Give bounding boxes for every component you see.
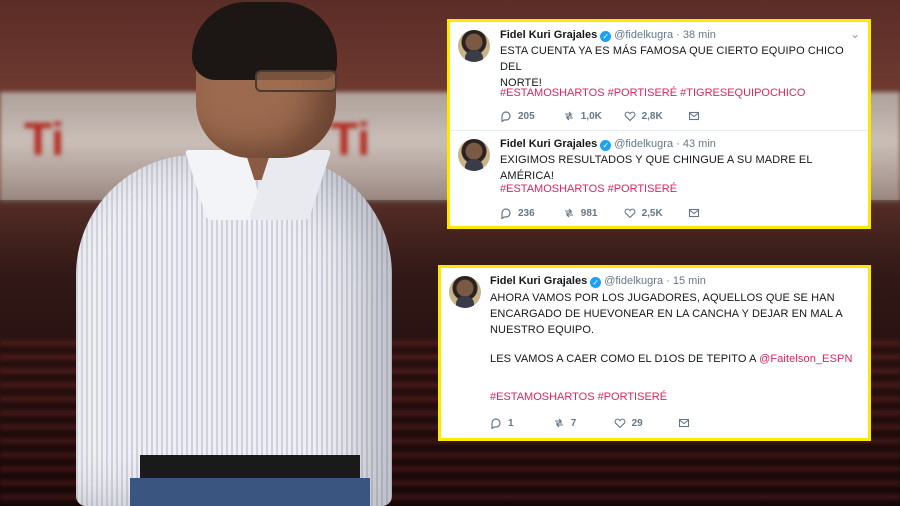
verified-icon: ✓ <box>600 31 612 42</box>
like-count: 2,8K <box>641 110 663 122</box>
like-button[interactable]: 2,5K <box>624 207 686 219</box>
retweet-icon <box>564 111 573 121</box>
retweet-button[interactable]: 981 <box>563 207 621 219</box>
tweet-actions: 236 981 2,5K <box>500 207 706 222</box>
tweet[interactable]: Fidel Kuri Grajales ✓ @fidelkugra · 15 min… <box>441 268 868 438</box>
tweet-text: EXIGIMOS RESULTADOS Y QUE CHINGUE A SU M… <box>500 152 860 184</box>
envelope-icon <box>679 418 690 428</box>
envelope-icon <box>689 111 700 121</box>
like-button[interactable]: 2,8K <box>624 110 686 122</box>
like-count: 29 <box>631 417 643 429</box>
reply-button[interactable]: 205 <box>500 110 560 122</box>
tweet-time[interactable]: · 43 min <box>676 138 716 150</box>
reply-count: 1 <box>508 417 514 429</box>
chevron-down-icon[interactable]: ⌄ <box>850 27 860 41</box>
heart-icon <box>614 418 625 429</box>
tweet-actions: 1 7 29 <box>490 417 696 432</box>
tweet-actions: 205 1,0K 2,8K <box>500 110 706 125</box>
message-button[interactable] <box>688 207 706 219</box>
retweet-count: 981 <box>580 207 598 219</box>
heart-icon <box>624 208 635 219</box>
reply-count: 236 <box>518 207 535 219</box>
retweet-count: 7 <box>570 417 577 429</box>
author-handle[interactable]: @fidelkugra <box>604 275 663 287</box>
tweet-hashtags[interactable]: #ESTAMOSHARTOS #PORTISERÉ <box>490 391 667 403</box>
tweet-text-line: EXIGIMOS RESULTADOS Y QUE CHINGUE A SU M… <box>500 154 813 182</box>
man-figure <box>0 0 420 506</box>
retweet-icon <box>554 418 563 428</box>
tweet-hashtags[interactable]: #ESTAMOSHARTOS #PORTISERÉ #TIGRESEQUIPOC… <box>500 87 805 99</box>
avatar[interactable] <box>458 139 490 171</box>
reply-button[interactable]: 236 <box>500 207 560 219</box>
verified-icon: ✓ <box>600 140 612 151</box>
message-button[interactable] <box>688 110 706 122</box>
reply-count: 205 <box>518 110 535 122</box>
tweet-text: AHORA VAMOS POR LOS JUGADORES, AQUELLOS … <box>490 290 860 367</box>
tweet-time[interactable]: · 38 min <box>676 29 716 41</box>
tweet-time[interactable]: · 15 min <box>666 275 706 287</box>
retweet-button[interactable]: 1,0K <box>563 110 621 122</box>
author-handle[interactable]: @fidelkugra <box>614 138 673 150</box>
verified-icon: ✓ <box>590 277 602 288</box>
tweet[interactable]: Fidel Kuri Grajales ✓ @fidelkugra · 38 min… <box>450 22 868 130</box>
jeans <box>130 478 370 506</box>
reply-icon <box>491 418 501 429</box>
author-name[interactable]: Fidel Kuri Grajales <box>490 275 587 287</box>
tweet-text-line: LES VAMOS A CAER COMO EL D1OS DE TEPITO … <box>490 351 860 367</box>
belt <box>140 455 360 479</box>
tweet-text-line: NUESTRO EQUIPO. <box>490 324 595 336</box>
glasses <box>255 70 337 92</box>
tweet-text-line: ESTA CUENTA YA ES MÁS FAMOSA QUE CIERTO … <box>500 45 844 73</box>
reply-icon <box>501 111 511 122</box>
retweet-button[interactable]: 7 <box>553 417 611 429</box>
retweet-icon <box>564 208 573 218</box>
tweet[interactable]: Fidel Kuri Grajales ✓ @fidelkugra · 43 min… <box>450 130 868 226</box>
tweet-text-fragment: LES VAMOS A CAER COMO EL D1OS DE TEPITO … <box>490 353 760 365</box>
tweet-card-bottom: Fidel Kuri Grajales ✓ @fidelkugra · 15 min… <box>438 265 871 441</box>
avatar[interactable] <box>449 276 481 308</box>
tweet-text-line: AHORA VAMOS POR LOS JUGADORES, AQUELLOS … <box>490 292 835 304</box>
like-button[interactable]: 29 <box>614 417 676 429</box>
tweet-text-line: ENCARGADO DE HUEVONEAR EN LA CANCHA Y DE… <box>490 308 843 320</box>
tweet-card-top: Fidel Kuri Grajales ✓ @fidelkugra · 38 min… <box>447 19 871 229</box>
envelope-icon <box>689 208 700 218</box>
tweet-text: ESTA CUENTA YA ES MÁS FAMOSA QUE CIERTO … <box>500 43 860 91</box>
tweet-hashtags[interactable]: #ESTAMOSHARTOS #PORTISERÉ <box>500 183 677 195</box>
message-button[interactable] <box>678 417 696 429</box>
hair <box>192 2 337 80</box>
retweet-count: 1,0K <box>580 110 602 122</box>
author-name[interactable]: Fidel Kuri Grajales <box>500 138 597 150</box>
reply-button[interactable]: 1 <box>490 417 550 429</box>
reply-icon <box>501 208 511 219</box>
like-count: 2,5K <box>641 207 663 219</box>
mention-link[interactable]: @Faitelson_ESPN <box>759 353 852 365</box>
author-name[interactable]: Fidel Kuri Grajales <box>500 29 597 41</box>
avatar[interactable] <box>458 30 490 62</box>
heart-icon <box>624 111 635 122</box>
author-handle[interactable]: @fidelkugra <box>614 29 673 41</box>
